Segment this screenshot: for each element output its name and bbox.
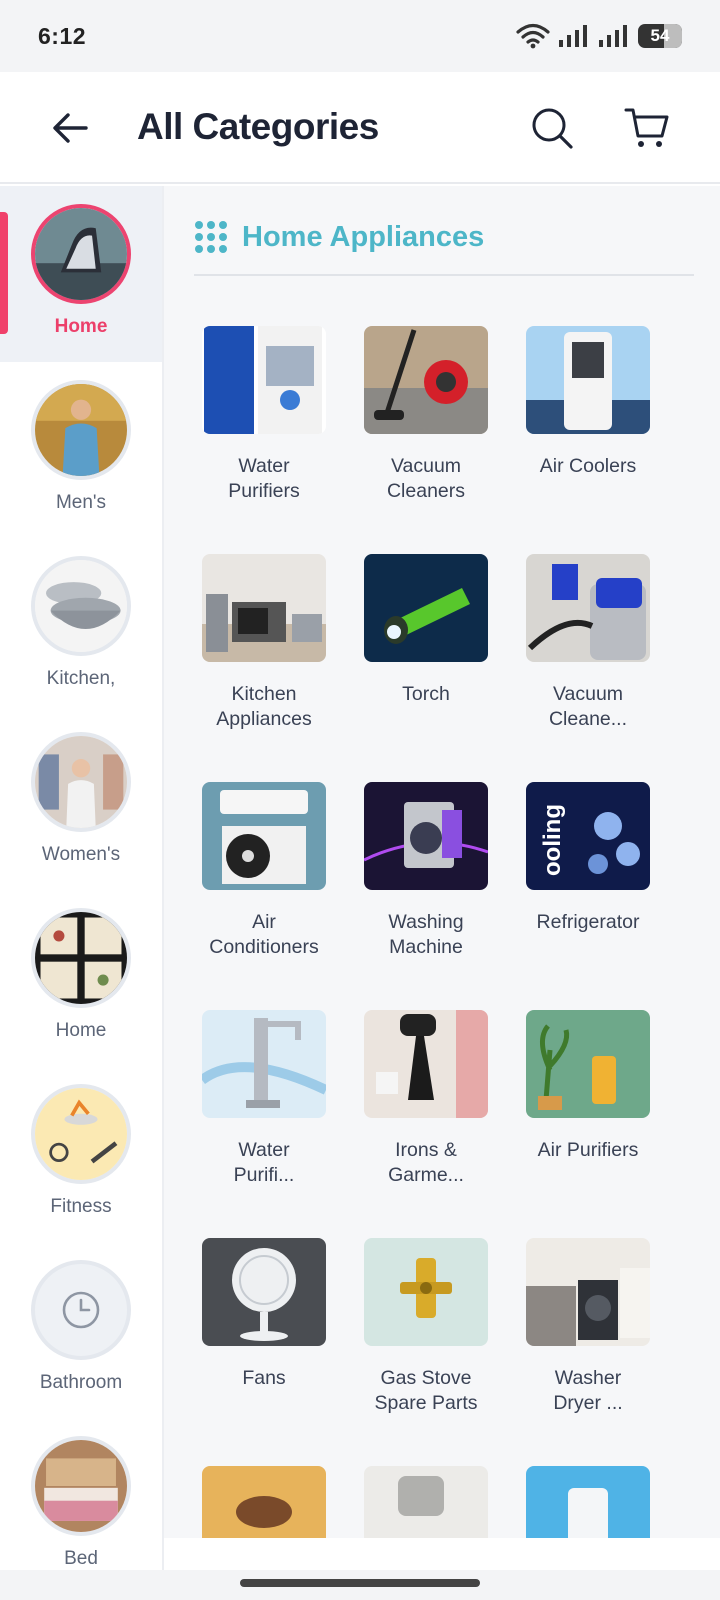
sidebar-item-bed[interactable]: Bed — [0, 1418, 162, 1570]
sidebar-item-label: Women's — [41, 844, 121, 865]
sidebar-item-label: Bed — [64, 1548, 98, 1569]
sidebar-item-mens[interactable]: Men's — [0, 362, 162, 538]
tile-image — [526, 554, 650, 662]
tile-label: Washing Machine — [388, 911, 464, 958]
sidebar-thumb-frames — [31, 908, 131, 1008]
tile-label: Air Conditioners — [209, 911, 319, 958]
svg-text:ooling: ooling — [539, 804, 566, 876]
clock-icon — [62, 1291, 100, 1329]
tile-label: Fans — [242, 1367, 286, 1389]
sidebar-item-label: Home — [54, 316, 108, 337]
sidebar-item-bathroom[interactable]: Bathroom — [0, 1242, 162, 1418]
sidebar-item-label: Bathroom — [39, 1372, 123, 1393]
category-content: Home Appliances Water Purifiers Vacuum C… — [164, 186, 720, 1538]
tile-image — [364, 554, 488, 662]
signal-icon — [559, 25, 587, 47]
category-tile-water-purifiers[interactable]: Water Purifiers — [189, 326, 339, 504]
status-icons: 54 — [516, 23, 682, 49]
category-tile-vacuum-cleaners-2[interactable]: Vacuum Cleane... — [513, 554, 663, 732]
category-tile-air-coolers[interactable]: Air Coolers — [513, 326, 663, 479]
tile-image — [364, 782, 488, 890]
battery-icon: 54 — [638, 24, 682, 48]
tile-label: Vacuum Cleaners — [386, 455, 466, 502]
sidebar-thumb-iron — [31, 204, 131, 304]
sidebar-item-kitchen[interactable]: Kitchen, — [0, 538, 162, 714]
section-divider — [194, 274, 694, 276]
sidebar-thumb-man — [31, 380, 131, 480]
status-bar: 6:12 54 — [0, 0, 720, 72]
tile-image — [526, 326, 650, 434]
category-tile-washer-dryer[interactable]: Washer Dryer ... — [513, 1238, 663, 1416]
tile-image — [364, 326, 488, 434]
tile-label: Vacuum Cleane... — [548, 683, 628, 730]
tile-image — [202, 1238, 326, 1346]
sidebar-item-label: Fitness — [50, 1196, 112, 1217]
category-sidebar: Home Men's Kitchen, Women's Home Fitness… — [0, 186, 164, 1570]
tile-label: Irons & Garme... — [388, 1139, 464, 1186]
grid-dots-icon — [195, 221, 227, 253]
sidebar-item-label: Kitchen, — [46, 668, 116, 689]
category-tile-refrigerator[interactable]: ooling Refrigerator — [513, 782, 663, 935]
tile-image — [364, 1010, 488, 1118]
category-tile-irons-garment[interactable]: Irons & Garme... — [351, 1010, 501, 1188]
category-tile-partial-2[interactable] — [351, 1466, 501, 1538]
sidebar-item-fitness[interactable]: Fitness — [0, 1066, 162, 1242]
section-header: Home Appliances — [194, 220, 484, 254]
cart-icon[interactable] — [624, 106, 670, 150]
tile-label: Air Coolers — [539, 455, 637, 477]
sidebar-item-home[interactable]: Home — [0, 186, 162, 362]
tile-image — [202, 554, 326, 662]
tile-label: Kitchen Appliances — [216, 683, 312, 730]
category-tile-kitchen-appliances[interactable]: Kitchen Appliances — [189, 554, 339, 732]
sidebar-thumb-gym — [31, 1084, 131, 1184]
battery-level: 54 — [650, 26, 670, 45]
tile-image — [526, 1010, 650, 1118]
tile-label: Air Purifiers — [537, 1139, 639, 1161]
sidebar-item-womens[interactable]: Women's — [0, 714, 162, 890]
category-tile-partial-3[interactable] — [513, 1466, 663, 1538]
status-time: 6:12 — [38, 22, 87, 49]
category-tile-air-conditioners[interactable]: Air Conditioners — [189, 782, 339, 960]
back-arrow-icon[interactable] — [50, 108, 90, 148]
tile-image — [202, 1466, 326, 1538]
page-title: All Categories — [137, 106, 379, 147]
tile-image: ooling — [526, 782, 650, 890]
category-tile-torch[interactable]: Torch — [351, 554, 501, 707]
category-tile-washing-machine[interactable]: Washing Machine — [351, 782, 501, 960]
tile-label: Gas Stove Spare Parts — [374, 1367, 478, 1414]
category-tile-fans[interactable]: Fans — [189, 1238, 339, 1391]
sidebar-item-home-decor[interactable]: Home — [0, 890, 162, 1066]
sidebar-thumb-placeholder — [31, 1260, 131, 1360]
signal-icon-2 — [599, 25, 627, 47]
tile-image — [202, 1010, 326, 1118]
tile-label: Torch — [402, 683, 450, 705]
tile-image — [526, 1238, 650, 1346]
category-tile-vacuum-cleaners[interactable]: Vacuum Cleaners — [351, 326, 501, 504]
section-title: Home Appliances — [242, 220, 485, 253]
category-tile-partial-1[interactable] — [189, 1466, 339, 1538]
app-header: All Categories — [0, 72, 720, 184]
tile-label: Water Purifi... — [233, 1139, 295, 1186]
tile-image — [202, 326, 326, 434]
category-tile-gas-stove-spare-parts[interactable]: Gas Stove Spare Parts — [351, 1238, 501, 1416]
home-indicator[interactable] — [240, 1579, 480, 1587]
category-tile-air-purifiers[interactable]: Air Purifiers — [513, 1010, 663, 1163]
tile-label: Washer Dryer ... — [553, 1367, 623, 1414]
tile-label: Water Purifiers — [228, 455, 300, 502]
sidebar-thumb-bed — [31, 1436, 131, 1536]
category-tile-water-purifiers-2[interactable]: Water Purifi... — [189, 1010, 339, 1188]
sidebar-thumb-women — [31, 732, 131, 832]
sidebar-item-label: Home — [55, 1020, 107, 1041]
search-icon[interactable] — [530, 106, 574, 150]
tile-image — [364, 1466, 488, 1538]
wifi-icon — [516, 23, 550, 49]
sidebar-thumb-pots — [31, 556, 131, 656]
tile-image — [202, 782, 326, 890]
tile-label: Refrigerator — [536, 911, 640, 933]
tile-image — [364, 1238, 488, 1346]
tile-image — [526, 1466, 650, 1538]
sidebar-item-label: Men's — [55, 492, 107, 513]
